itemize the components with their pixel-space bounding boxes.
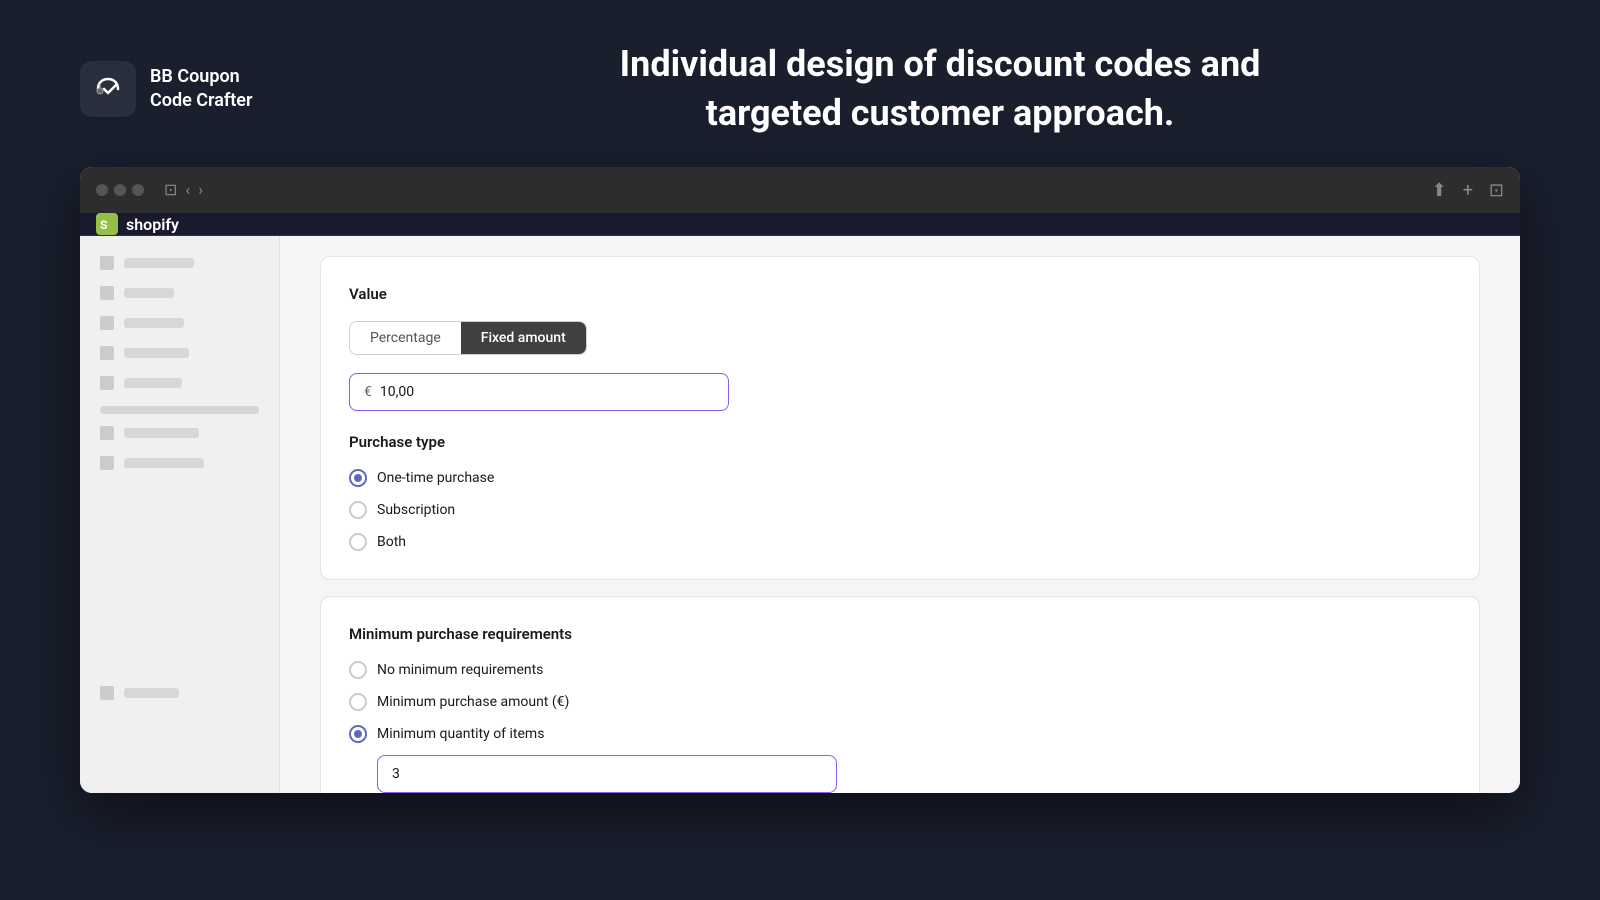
min-purchase-amount-label: Minimum purchase amount (€) — [377, 694, 569, 710]
one-time-radio[interactable] — [349, 469, 367, 487]
app-logo-icon — [80, 61, 136, 117]
sidebar-label — [124, 378, 182, 388]
marketing-icon — [100, 346, 114, 360]
quantity-input-wrap: 3 Applies to all products. — [377, 755, 1451, 793]
dot-green — [132, 184, 144, 196]
app-name: BB Coupon Code Crafter — [150, 65, 252, 112]
value-toggle-group: Percentage Fixed amount — [349, 321, 587, 355]
browser-chrome: ⊡ ‹ › ⬆ + ⊡ — [80, 167, 1520, 213]
subscription-option[interactable]: Subscription — [349, 501, 1451, 519]
orders-icon — [100, 286, 114, 300]
min-requirements-title: Minimum purchase requirements — [349, 625, 1451, 643]
quantity-input-field[interactable]: 3 — [377, 755, 837, 793]
sidebar-group-separator — [100, 406, 259, 414]
sidebar — [80, 236, 280, 793]
value-section: Value Percentage Fixed amount € 10,00 Pu… — [320, 256, 1480, 580]
discounts-icon — [100, 376, 114, 390]
shopify-layout: Value Percentage Fixed amount € 10,00 Pu… — [80, 236, 1520, 793]
fixed-amount-toggle[interactable]: Fixed amount — [461, 322, 586, 354]
subscription-radio[interactable] — [349, 501, 367, 519]
sidebar-label — [124, 258, 194, 268]
settings-icon — [100, 686, 114, 700]
add-tab-icon[interactable]: + — [1463, 180, 1473, 201]
both-option[interactable]: Both — [349, 533, 1451, 551]
sidebar-item-orders[interactable] — [80, 278, 279, 308]
sidebar-item-dashboard[interactable] — [80, 248, 279, 278]
back-button[interactable]: ‹ — [185, 182, 190, 198]
minimum-purchase-amount-option[interactable]: Minimum purchase amount (€) — [349, 693, 1451, 711]
forward-button[interactable]: › — [198, 182, 203, 198]
min-purchase-amount-radio[interactable] — [349, 693, 367, 711]
main-content: Value Percentage Fixed amount € 10,00 Pu… — [280, 236, 1520, 793]
one-time-label: One-time purchase — [377, 470, 494, 486]
subscription-label: Subscription — [377, 502, 455, 518]
no-minimum-radio[interactable] — [349, 661, 367, 679]
browser-window: ⊡ ‹ › ⬆ + ⊡ S shopify — [80, 167, 1520, 793]
copy-icon[interactable]: ⊡ — [1489, 180, 1504, 201]
sidebar-item-discounts[interactable] — [80, 368, 279, 398]
minimum-quantity-option[interactable]: Minimum quantity of items — [349, 725, 1451, 743]
sidebar-toggle-icon[interactable]: ⊡ — [164, 182, 177, 198]
dot-red — [96, 184, 108, 196]
sidebar-label — [124, 428, 199, 438]
sidebar-item-automatic-list[interactable] — [80, 448, 279, 478]
browser-actions: ⬆ + ⊡ — [1432, 180, 1504, 201]
shopify-logo: S shopify — [96, 213, 179, 235]
value-amount[interactable]: 10,00 — [380, 384, 414, 400]
browser-navigation: ⊡ ‹ › — [164, 182, 203, 198]
dashboard-icon — [100, 256, 114, 270]
svg-text:S: S — [100, 218, 107, 232]
value-input-field[interactable]: € 10,00 — [349, 373, 729, 411]
purchase-type-options: One-time purchase Subscription Both — [349, 469, 1451, 551]
sidebar-item-settings[interactable] — [80, 678, 279, 708]
percentage-toggle[interactable]: Percentage — [350, 322, 461, 354]
value-section-title: Value — [349, 285, 1451, 303]
one-time-purchase-option[interactable]: One-time purchase — [349, 469, 1451, 487]
no-minimum-label: No minimum requirements — [377, 662, 543, 678]
sidebar-label — [124, 288, 174, 298]
shopify-topbar: S shopify — [80, 213, 1520, 236]
dot-yellow — [114, 184, 126, 196]
products-icon — [100, 316, 114, 330]
share-icon[interactable]: ⬆ — [1432, 180, 1447, 201]
sidebar-item-products[interactable] — [80, 308, 279, 338]
no-minimum-option[interactable]: No minimum requirements — [349, 661, 1451, 679]
both-radio[interactable] — [349, 533, 367, 551]
sidebar-label — [124, 458, 204, 468]
purchase-type-title: Purchase type — [349, 433, 1451, 451]
sidebar-label — [124, 348, 189, 358]
auto-icon — [100, 456, 114, 470]
sidebar-item-marketing[interactable] — [80, 338, 279, 368]
sidebar-label — [124, 318, 184, 328]
currency-prefix: € — [364, 384, 372, 400]
both-label: Both — [377, 534, 406, 550]
shopify-admin: S shopify — [80, 213, 1520, 793]
list-icon — [100, 426, 114, 440]
minimum-requirements-options: No minimum requirements Minimum purchase… — [349, 661, 1451, 743]
logo-area: BB Coupon Code Crafter — [80, 61, 360, 117]
sidebar-item-discount-list[interactable] — [80, 418, 279, 448]
sidebar-label — [124, 688, 179, 698]
min-quantity-radio[interactable] — [349, 725, 367, 743]
header: BB Coupon Code Crafter Individual design… — [0, 0, 1600, 167]
quantity-value[interactable]: 3 — [392, 766, 400, 782]
browser-dots — [96, 184, 144, 196]
minimum-requirements-section: Minimum purchase requirements No minimum… — [320, 596, 1480, 793]
main-headline: Individual design of discount codes and … — [360, 40, 1520, 137]
min-quantity-label: Minimum quantity of items — [377, 726, 544, 742]
